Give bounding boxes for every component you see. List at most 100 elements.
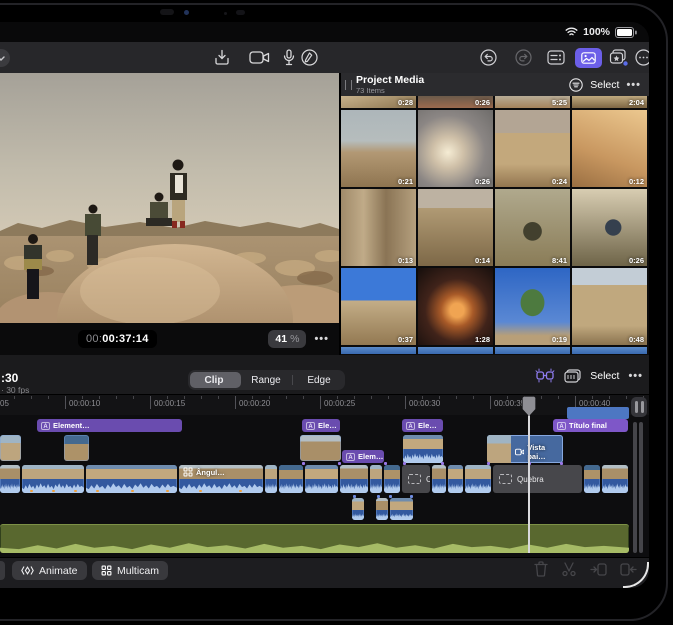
- timeline-scrollbar[interactable]: [639, 422, 643, 553]
- audio-clip[interactable]: [0, 524, 629, 553]
- media-more-button[interactable]: •••: [626, 79, 641, 91]
- tab-clip[interactable]: Clip: [188, 375, 240, 386]
- panel-grip-icon: [345, 80, 352, 90]
- timeline-clip-sliver[interactable]: [567, 407, 629, 419]
- media-thumbnail[interactable]: [341, 347, 416, 354]
- timeline-clip[interactable]: [22, 465, 84, 493]
- connected-clip-below[interactable]: [390, 498, 413, 520]
- mic-button[interactable]: [281, 42, 297, 73]
- media-thumbnail[interactable]: 8:41: [495, 189, 570, 266]
- media-thumbnail[interactable]: 0:37: [341, 268, 416, 345]
- media-thumbnail[interactable]: [572, 347, 647, 354]
- effects-button[interactable]: [608, 42, 630, 73]
- placeholder-clip[interactable]: C…: [402, 465, 430, 493]
- timeline-clip[interactable]: [432, 465, 446, 493]
- filter-icon[interactable]: [569, 78, 583, 92]
- delete-button[interactable]: [534, 561, 548, 577]
- clip-browser-icon[interactable]: [564, 369, 581, 383]
- connected-clip-vista[interactable]: Vista pai…: [487, 435, 563, 463]
- connected-clip[interactable]: [403, 435, 443, 463]
- media-thumbnail[interactable]: 0:28: [341, 96, 416, 108]
- media-thumbnail[interactable]: 0:19: [495, 268, 570, 345]
- ruler-label: 00:00:20: [239, 399, 270, 408]
- timeline-scrollbar[interactable]: [633, 422, 637, 553]
- placeholder-icon: [408, 474, 421, 484]
- timeline-ruler[interactable]: 05 00:00:10 00:00:15 00:00:20 00:00:25 0…: [0, 394, 649, 416]
- timeline-select-button[interactable]: Select: [590, 370, 619, 382]
- timeline-clip[interactable]: [340, 465, 368, 493]
- camera-button[interactable]: [247, 42, 273, 73]
- timeline-clip[interactable]: [584, 465, 600, 493]
- media-thumbnail[interactable]: 0:12: [572, 110, 647, 187]
- insert-button[interactable]: [590, 562, 607, 577]
- media-thumbnail[interactable]: 0:24: [495, 110, 570, 187]
- tab-range[interactable]: Range: [240, 375, 292, 386]
- timeline-clip-multicam[interactable]: Ângul…: [179, 465, 263, 493]
- media-thumbnail[interactable]: 0:14: [418, 189, 493, 266]
- media-thumbnail[interactable]: 0:26: [418, 110, 493, 187]
- title-clip[interactable]: A Ele…: [402, 419, 443, 432]
- battery-icon: [615, 27, 637, 38]
- media-thumbnail[interactable]: [418, 347, 493, 354]
- title-clip[interactable]: A Ele…: [302, 419, 340, 432]
- title-clip[interactable]: A Título final: [553, 419, 628, 432]
- media-thumbnail[interactable]: 2:04: [572, 96, 647, 108]
- media-thumbnail[interactable]: 0:26: [418, 96, 493, 108]
- timeline-clip[interactable]: [279, 465, 303, 493]
- timeline-clip[interactable]: [370, 465, 382, 493]
- timeline-scroll-widget[interactable]: [631, 397, 647, 417]
- media-thumbnail[interactable]: 0:21: [341, 110, 416, 187]
- multicam-button[interactable]: Multicam: [92, 561, 168, 580]
- media-panel-title: Project Media: [356, 75, 424, 86]
- title-clip[interactable]: A Element…: [37, 419, 182, 432]
- tab-edge[interactable]: Edge: [293, 375, 345, 386]
- media-thumbnail[interactable]: 1:28: [418, 268, 493, 345]
- title-clip[interactable]: A Elem…: [342, 450, 384, 463]
- preview-image: [0, 73, 339, 323]
- placeholder-clip-quebra[interactable]: Quebra: [493, 465, 582, 493]
- connected-clip-below[interactable]: [376, 498, 388, 520]
- redo-button[interactable]: [514, 42, 532, 73]
- timeline-clip[interactable]: [384, 465, 400, 493]
- inspector-button[interactable]: [546, 42, 566, 73]
- connected-clip-below[interactable]: [352, 498, 364, 520]
- media-thumbnail[interactable]: [495, 347, 570, 354]
- zoom-level-button[interactable]: 41%: [268, 330, 306, 348]
- timeline-header: :30 · 30 fps Clip Range Edge: [0, 355, 649, 394]
- media-thumbnail[interactable]: 5:25: [495, 96, 570, 108]
- timeline-clip[interactable]: [305, 465, 338, 493]
- connected-clip[interactable]: [0, 435, 21, 461]
- media-browser-button[interactable]: [574, 42, 603, 73]
- animate-button[interactable]: Animate: [12, 561, 87, 580]
- timeline-clip[interactable]: [0, 465, 20, 493]
- timeline-clip[interactable]: [86, 465, 177, 493]
- playhead-line[interactable]: [528, 400, 530, 553]
- timeline-clip[interactable]: [265, 465, 277, 493]
- enhance-icon[interactable]: [535, 368, 555, 383]
- media-thumbnail[interactable]: 0:26: [572, 189, 647, 266]
- media-thumbnail[interactable]: 0:13: [341, 189, 416, 266]
- media-grid: 0:28 0:26 5:25 2:04 0:21 0:26 0:24 0:12 …: [341, 96, 647, 354]
- timeline-more-button[interactable]: •••: [628, 370, 643, 382]
- cut-button-sliver[interactable]: [0, 561, 5, 580]
- app-screen: 100%: [0, 22, 649, 588]
- viewer-more-button[interactable]: •••: [314, 333, 329, 345]
- timeline-toolbar: Animate Multicam: [0, 557, 649, 588]
- collapse-button[interactable]: [0, 42, 12, 73]
- timeline-clip[interactable]: [465, 465, 491, 493]
- import-button[interactable]: [212, 42, 232, 73]
- connected-clip[interactable]: [64, 435, 89, 461]
- timeline-clip[interactable]: [448, 465, 463, 493]
- media-thumbnail[interactable]: 0:48: [572, 268, 647, 345]
- pencil-tool-button[interactable]: [300, 42, 318, 73]
- timecode-display: 00:00:37:14: [78, 330, 157, 348]
- multicam-grid-icon: [183, 467, 193, 477]
- connected-clip[interactable]: [300, 435, 341, 461]
- media-select-button[interactable]: Select: [590, 79, 619, 91]
- timeline-clip[interactable]: [602, 465, 628, 493]
- bezel-sensor: [160, 9, 174, 15]
- wifi-icon: [565, 27, 578, 37]
- blade-button[interactable]: [561, 561, 577, 577]
- undo-button[interactable]: [479, 42, 497, 73]
- more-button[interactable]: [634, 42, 649, 73]
